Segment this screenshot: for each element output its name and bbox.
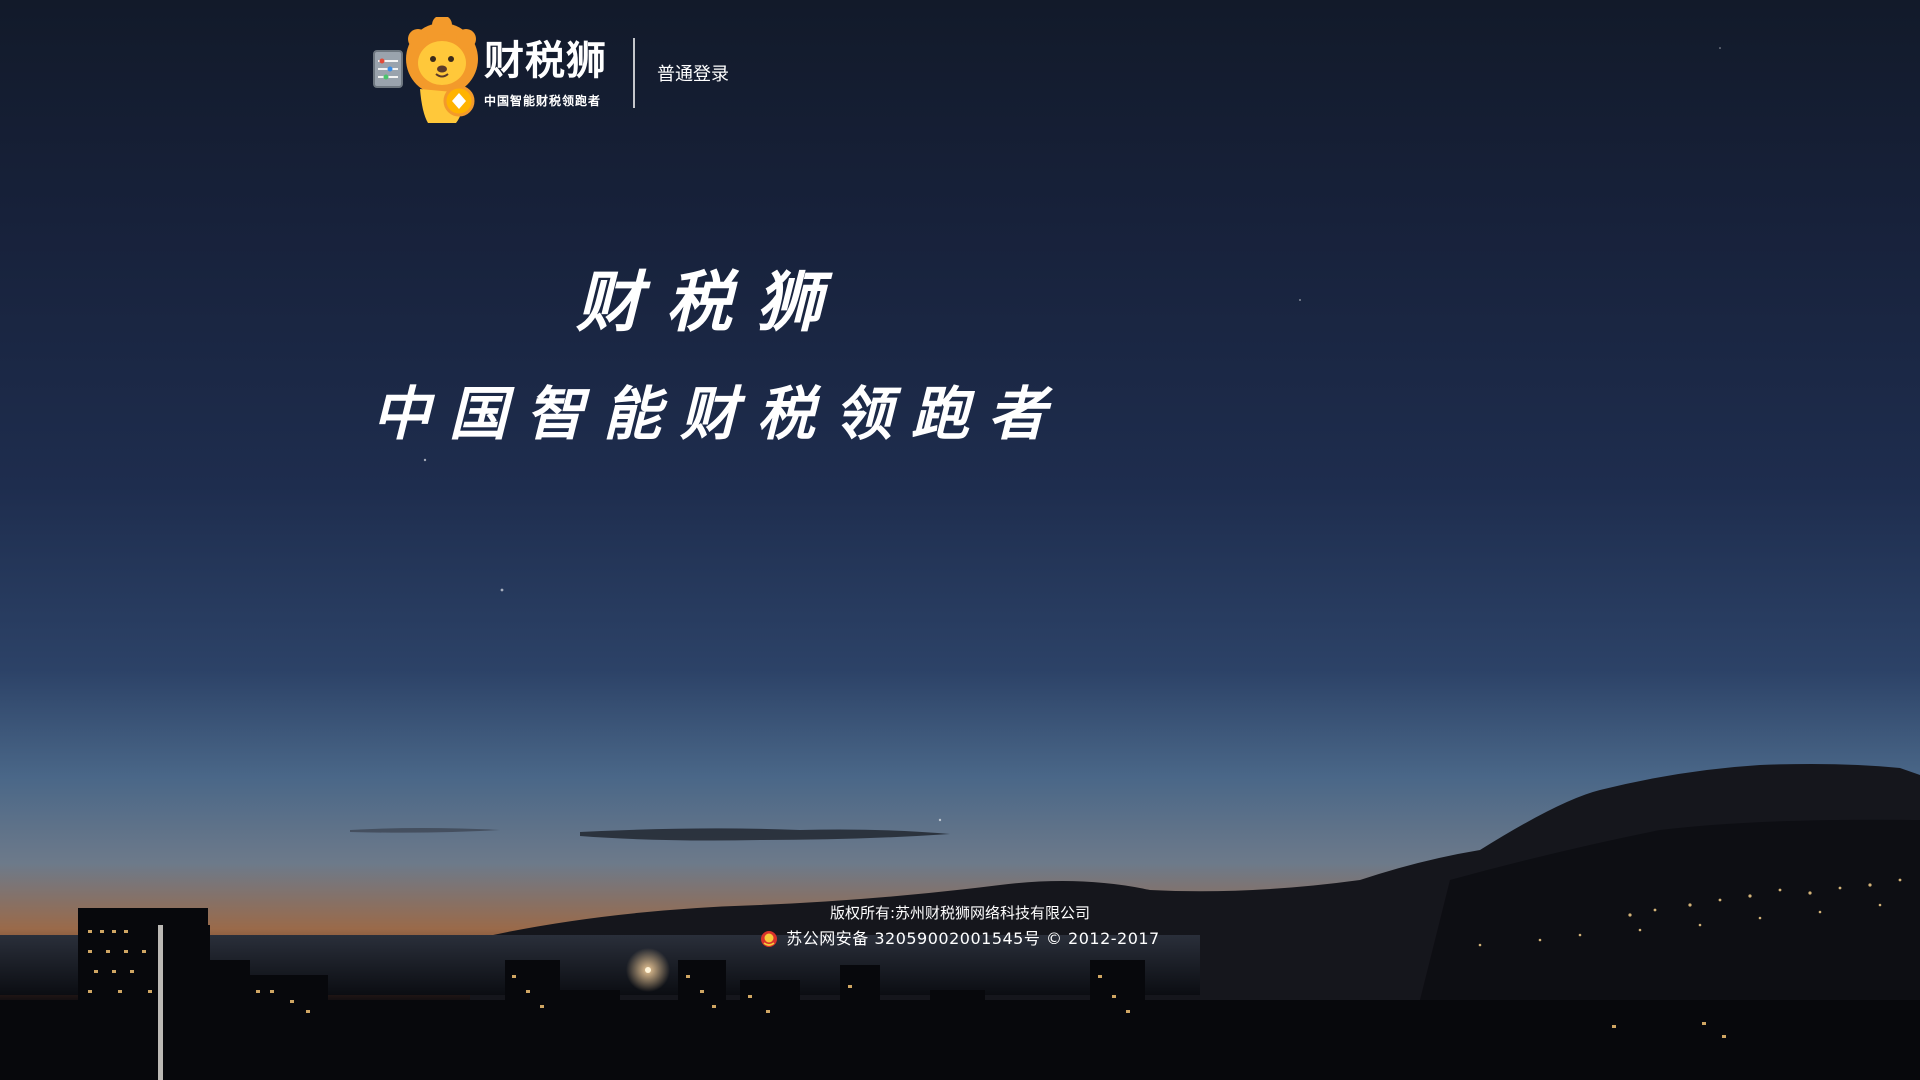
brand-slogan: 中国智能财税领跑者 (484, 93, 602, 108)
lion-mascot-icon[interactable] (372, 15, 488, 129)
normal-login-link[interactable]: 普通登录 (655, 56, 731, 90)
header-divider (633, 38, 635, 108)
hero-subtitle: 中国智能财税领跑者 (372, 380, 1066, 448)
hero-title: 财税狮 (576, 263, 846, 341)
footer: 版权所有:苏州财税狮网络科技有限公司 苏公网安备 32059002001545号… (0, 900, 1920, 952)
copyright-text: 版权所有:苏州财税狮网络科技有限公司 (829, 904, 1091, 922)
brand-lockup: 财税狮 中国智能财税领跑者 (484, 38, 607, 109)
record-number: 苏公网安备 32059002001545号 © 2012-2017 (786, 929, 1160, 948)
header: 财税狮 中国智能财税领跑者 普通登录 (372, 15, 731, 129)
police-badge-icon (760, 930, 778, 948)
brand-name: 财税狮 (484, 37, 607, 84)
public-security-record[interactable]: 苏公网安备 32059002001545号 © 2012-2017 (760, 926, 1160, 952)
login-page: 财税狮 中国智能财税领跑者 普通登录 财税狮 中国智能财税领跑者 版权所有:苏州… (0, 0, 1920, 1080)
